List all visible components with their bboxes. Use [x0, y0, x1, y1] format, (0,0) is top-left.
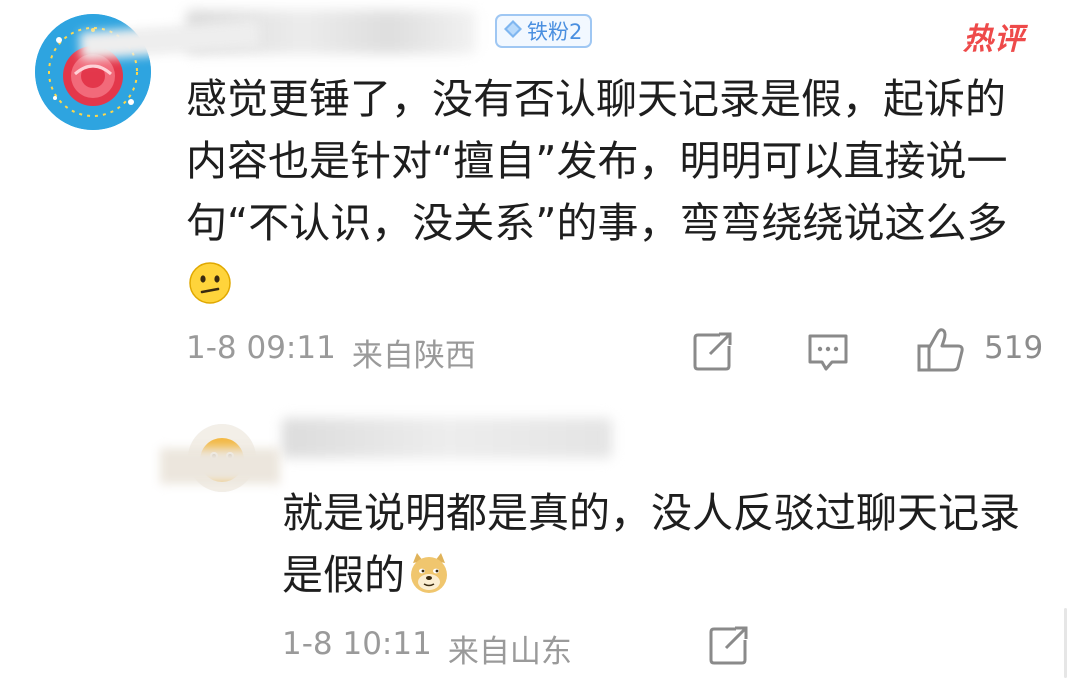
reply-username-redacted	[282, 418, 612, 458]
fan-badge[interactable]: 铁粉2	[495, 14, 593, 48]
comment-meta: 1-8 09:11 来自陕西	[186, 330, 476, 375]
hot-comment-tag: 热评	[963, 22, 1025, 57]
thumbs-up-icon[interactable]	[916, 326, 966, 378]
comment-location: 来自陕西	[351, 338, 476, 374]
comment-text: 感觉更锤了，没有否认聊天记录是假，起诉的内容也是针对“擅自”发布，明明可以直接说…	[186, 68, 1046, 322]
scroll-indicator	[1064, 608, 1067, 678]
confused-face-icon	[188, 260, 232, 322]
fan-badge-label: 铁粉2	[527, 20, 583, 44]
comment-body: 感觉更锤了，没有否认聊天记录是假，起诉的内容也是针对“擅自”发布，明明可以直接说…	[186, 75, 1008, 247]
reply-date: 1-8 10:11	[282, 626, 432, 662]
reply-share-icon[interactable]	[708, 626, 750, 670]
comment-icon[interactable]	[806, 332, 850, 378]
doge-face-icon	[407, 550, 451, 612]
reply-body: 就是说明都是真的，没人反驳过聊天记录是假的	[282, 489, 1020, 599]
reply-meta: 1-8 10:11 来自山东	[282, 626, 572, 671]
like-count: 519	[984, 330, 1044, 366]
share-icon[interactable]	[692, 332, 734, 376]
reply-avatar-redacted-overlay	[160, 448, 280, 484]
diamond-icon	[503, 19, 523, 44]
comment-date: 1-8 09:11	[186, 330, 336, 366]
reply-text: 就是说明都是真的，没人反驳过聊天记录是假的	[282, 482, 1022, 612]
comment-thread: 铁粉2 热评 感觉更锤了，没有否认聊天记录是假，起诉的内容也是针对“擅自”发布，…	[0, 0, 1080, 692]
reply-location: 来自山东	[447, 634, 572, 670]
